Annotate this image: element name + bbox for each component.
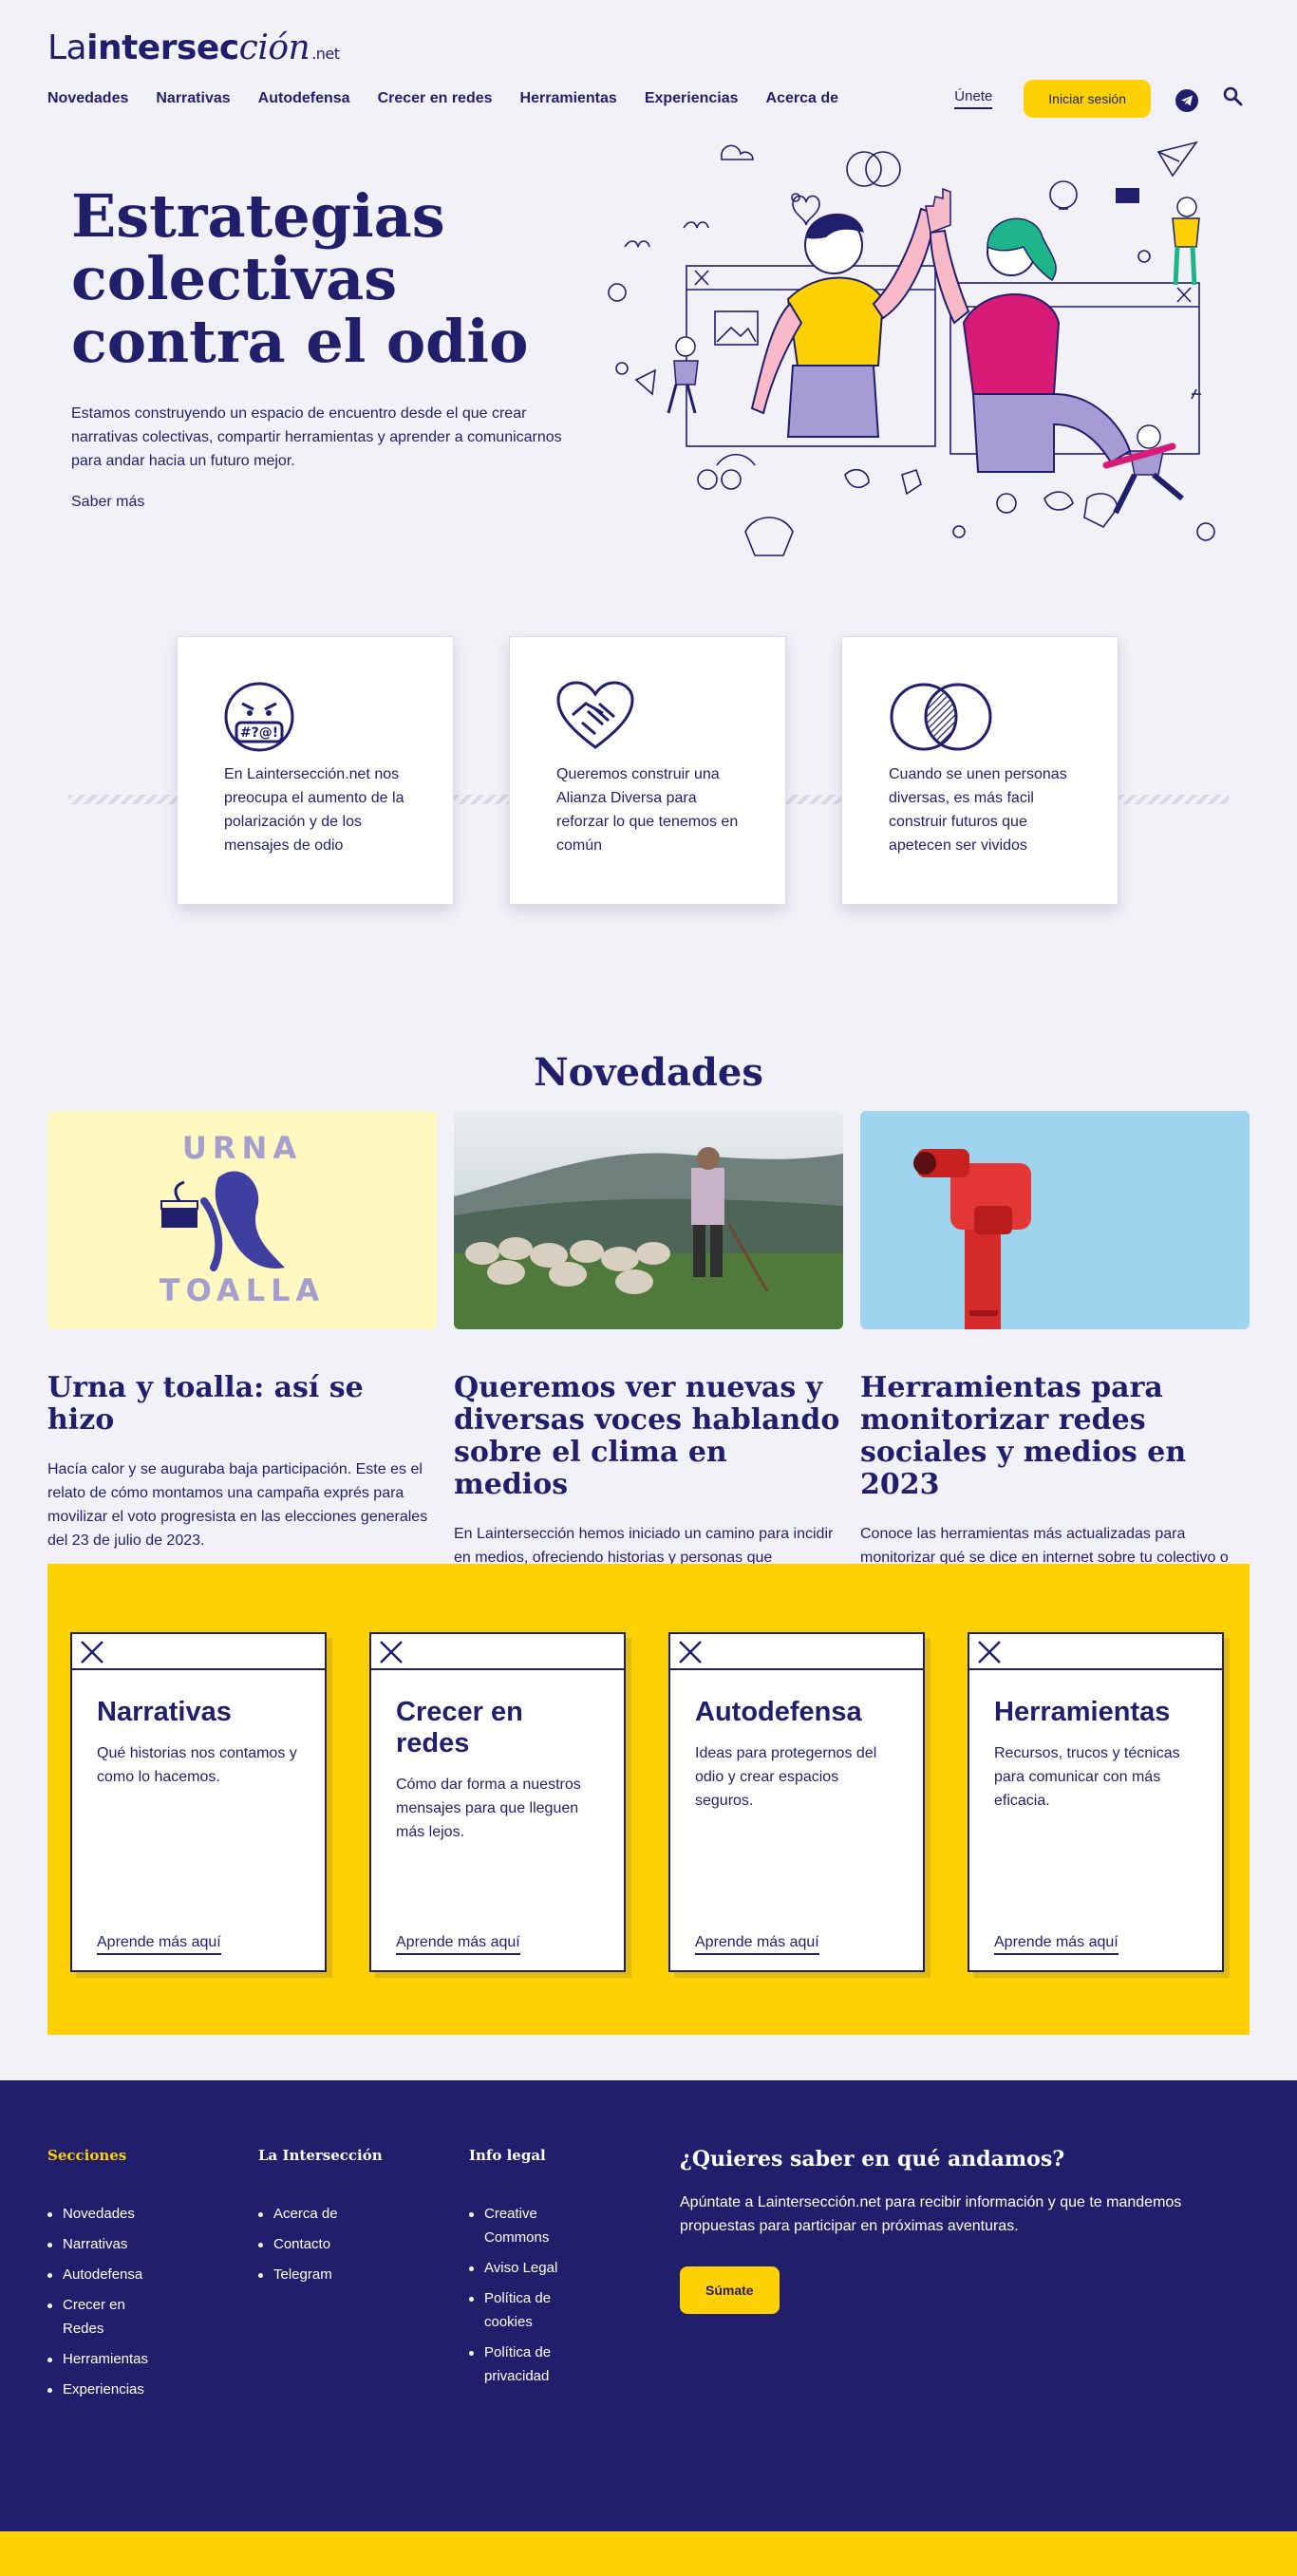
search-icon[interactable] xyxy=(1222,85,1245,108)
learn-more-link[interactable]: Aprende más aquí xyxy=(994,1934,1118,1955)
footer-heading: Info legal xyxy=(469,2147,546,2164)
nav-narrativas[interactable]: Narrativas xyxy=(156,90,230,107)
join-link[interactable]: Únete xyxy=(954,88,993,109)
hero-illustration xyxy=(608,141,1215,556)
section-card-crecer-en-redes[interactable]: Crecer en redes Cómo dar forma a nuestro… xyxy=(369,1632,626,1972)
news-image-shepherd[interactable] xyxy=(454,1111,843,1329)
news-title[interactable]: Herramientas para monitorizar redes soci… xyxy=(860,1372,1250,1501)
footer-link[interactable]: Telegram xyxy=(258,2263,383,2286)
section-text: Ideas para protegernos del odio y crear … xyxy=(695,1745,877,1809)
news-item[interactable]: Herramientas para monitorizar redes soci… xyxy=(860,1111,1250,1593)
svg-text:#?@!: #?@! xyxy=(240,725,278,741)
footer-link[interactable]: Autodefensa xyxy=(47,2263,152,2286)
section-card-herramientas[interactable]: Herramientas Recursos, trucos y técnicas… xyxy=(968,1632,1224,1972)
footer-link[interactable]: Novedades xyxy=(47,2202,152,2226)
feature-card: #?@! En Laintersección.net nos preocupa … xyxy=(177,636,454,905)
news-title[interactable]: Urna y toalla: así se hizo xyxy=(47,1372,437,1437)
newsletter-title: ¿Quieres saber en qué andamos? xyxy=(680,2147,1065,2172)
feature-text: En Laintersección.net nos preocupa el au… xyxy=(224,766,404,854)
feature-text: Cuando se unen personas diversas, es más… xyxy=(889,766,1067,854)
card-window-bar xyxy=(969,1634,1222,1670)
footer-link[interactable]: Narrativas xyxy=(47,2232,152,2256)
section-text: Cómo dar forma a nuestros mensajes para … xyxy=(396,1777,581,1840)
footer-heading: La Intersección xyxy=(258,2147,383,2164)
news-grid: URNA TOALLA Urna y toalla: así se hizo H… xyxy=(0,1111,1297,1613)
news-text: Hacía calor y se auguraba baja participa… xyxy=(47,1461,428,1549)
news-title[interactable]: Queremos ver nuevas y diversas voces hab… xyxy=(454,1372,843,1501)
site-footer: Secciones Novedades Narrativas Autodefen… xyxy=(0,2080,1297,2531)
close-icon xyxy=(81,1641,103,1664)
news-image-urna-toalla[interactable]: URNA TOALLA xyxy=(47,1111,437,1329)
overlapping-circles-icon xyxy=(890,683,992,751)
newsletter-text: Apúntate a Laintersección.net para recib… xyxy=(680,2194,1182,2234)
footer-heading: Secciones xyxy=(47,2147,127,2164)
section-text: Qué historias nos contamos y como lo hac… xyxy=(97,1745,297,1785)
image-text-top: URNA xyxy=(182,1130,302,1166)
footer-link[interactable]: Política de cookies xyxy=(469,2286,573,2334)
news-image-binoculars[interactable] xyxy=(860,1111,1250,1329)
section-card-autodefensa[interactable]: Autodefensa Ideas para protegernos del o… xyxy=(668,1632,925,1972)
site-logo[interactable]: La intersec ción .net xyxy=(47,28,340,67)
telegram-icon[interactable] xyxy=(1175,89,1198,112)
angry-face-icon: #?@! xyxy=(224,682,294,752)
footer-link[interactable]: Herramientas xyxy=(47,2347,152,2371)
feature-card: Queremos construir una Alianza Diversa p… xyxy=(509,636,786,905)
hero-text: Estamos construyendo un espacio de encue… xyxy=(71,405,562,469)
section-title: Narrativas xyxy=(97,1697,232,1727)
hero-more-link[interactable]: Saber más xyxy=(71,494,144,511)
nav-acerca-de[interactable]: Acerca de xyxy=(766,90,839,107)
close-icon xyxy=(978,1641,1001,1664)
nav-experiencias[interactable]: Experiencias xyxy=(645,90,739,107)
footer-link[interactable]: Contacto xyxy=(258,2232,383,2256)
footer-link[interactable]: Política de privacidad xyxy=(469,2341,573,2388)
card-window-bar xyxy=(72,1634,325,1670)
features-section: #?@! En Laintersección.net nos preocupa … xyxy=(0,636,1297,1044)
newsletter-signup: ¿Quieres saber en qué andamos? Apúntate … xyxy=(680,2147,1212,2314)
footer-link[interactable]: Experiencias xyxy=(47,2378,152,2401)
main-nav: Novedades Narrativas Autodefensa Crecer … xyxy=(47,90,838,107)
footer-yellow-strip xyxy=(0,2531,1297,2576)
feature-card: Cuando se unen personas diversas, es más… xyxy=(841,636,1118,905)
close-icon xyxy=(679,1641,702,1664)
section-title: Herramientas xyxy=(994,1697,1171,1727)
card-window-bar xyxy=(670,1634,923,1670)
learn-more-link[interactable]: Aprende más aquí xyxy=(97,1934,221,1955)
news-item[interactable]: URNA TOALLA Urna y toalla: así se hizo H… xyxy=(47,1111,437,1552)
novedades-title: Novedades xyxy=(534,1050,763,1095)
learn-more-link[interactable]: Aprende más aquí xyxy=(396,1934,520,1955)
hero-title: Estrategias colectivas contra el odio xyxy=(71,181,529,376)
footer-link[interactable]: Crecer en Redes xyxy=(47,2293,152,2341)
nav-novedades[interactable]: Novedades xyxy=(47,90,128,107)
section-title: Crecer en redes xyxy=(396,1697,523,1758)
sumate-button[interactable]: Súmate xyxy=(680,2266,780,2314)
footer-col-info-legal: Info legal Creative Commons Aviso Legal … xyxy=(469,2147,573,2395)
nav-crecer-en-redes[interactable]: Crecer en redes xyxy=(378,90,493,107)
footer-link[interactable]: Creative Commons xyxy=(469,2202,573,2249)
sections-block: Narrativas Qué historias nos contamos y … xyxy=(47,1564,1250,2035)
login-button[interactable]: Iniciar sesión xyxy=(1024,80,1151,118)
feature-text: Queremos construir una Alianza Diversa p… xyxy=(556,766,739,854)
heart-handshake-icon xyxy=(556,681,634,749)
nav-autodefensa[interactable]: Autodefensa xyxy=(258,90,350,107)
footer-link[interactable]: Acerca de xyxy=(258,2202,383,2226)
learn-more-link[interactable]: Aprende más aquí xyxy=(695,1934,819,1955)
footer-link[interactable]: Aviso Legal xyxy=(469,2256,573,2280)
site-header: La intersec ción .net Novedades Narrativas … xyxy=(0,0,1297,133)
nav-herramientas[interactable]: Herramientas xyxy=(520,90,617,107)
section-card-narrativas[interactable]: Narrativas Qué historias nos contamos y … xyxy=(70,1632,327,1972)
hero-section: Estrategias colectivas contra el odio Es… xyxy=(0,133,1297,636)
footer-col-secciones: Secciones Novedades Narrativas Autodefen… xyxy=(47,2147,152,2408)
card-window-bar xyxy=(371,1634,624,1670)
news-item[interactable]: Queremos ver nuevas y diversas voces hab… xyxy=(454,1111,843,1617)
section-title: Autodefensa xyxy=(695,1697,862,1727)
footer-col-la-interseccion: La Intersección Acerca de Contacto Teleg… xyxy=(258,2147,383,2293)
close-icon xyxy=(380,1641,403,1664)
section-text: Recursos, trucos y técnicas para comunic… xyxy=(994,1745,1180,1809)
header-actions: Únete Iniciar sesión xyxy=(954,80,1245,118)
image-text-bottom: TOALLA xyxy=(160,1272,325,1308)
